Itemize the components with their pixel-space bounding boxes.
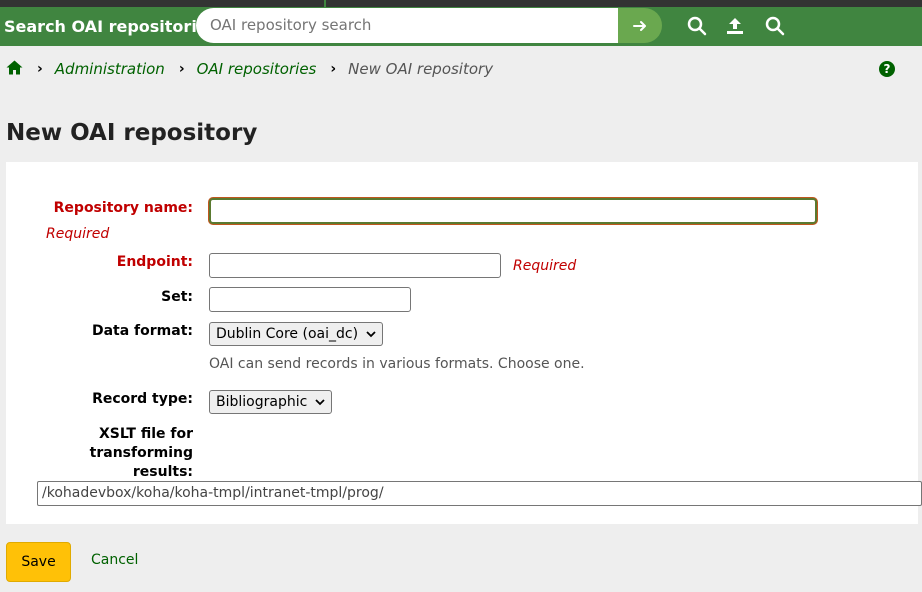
arrow-right-icon xyxy=(633,20,646,31)
xslt-label-line3: results: xyxy=(132,464,193,480)
breadcrumb-administration[interactable]: Administration xyxy=(55,60,165,78)
endpoint-input[interactable] xyxy=(209,253,501,278)
search-submit-button[interactable] xyxy=(618,8,662,43)
breadcrumb-separator: › xyxy=(37,61,43,77)
xslt-file-input[interactable]: /kohadevbox/koha/koha-tmpl/intranet-tmpl… xyxy=(37,481,922,506)
home-icon[interactable] xyxy=(6,60,23,79)
top-strip-accent xyxy=(324,0,326,7)
page-title: New OAI repository xyxy=(6,120,258,146)
endpoint-required: Required xyxy=(513,258,577,274)
xslt-label-line2: transforming xyxy=(89,445,193,461)
record-type-select[interactable]: Bibliographic xyxy=(209,390,333,414)
data-format-selected: Dublin Core (oai_dc) xyxy=(216,326,359,342)
data-format-hint: OAI can send records in various formats.… xyxy=(209,356,585,372)
breadcrumb-oai-repositories[interactable]: OAI repositories xyxy=(197,60,317,78)
repository-name-label: Repository name: xyxy=(53,200,193,216)
data-format-label: Data format: xyxy=(91,323,193,339)
search-icon[interactable] xyxy=(686,15,708,37)
chevron-down-icon xyxy=(366,331,376,338)
set-input[interactable] xyxy=(209,287,411,312)
chevron-down-icon xyxy=(315,399,325,406)
help-icon[interactable]: ? xyxy=(879,61,895,77)
record-type-selected: Bibliographic xyxy=(216,394,308,410)
endpoint-label: Endpoint: xyxy=(116,254,193,270)
repository-name-required: Required xyxy=(46,226,110,242)
header-bar: Search OAI repositories xyxy=(0,7,922,46)
data-format-select[interactable]: Dublin Core (oai_dc) xyxy=(209,322,384,346)
xslt-label-line1: XSLT file for xyxy=(98,426,193,442)
breadcrumb: › Administration › OAI repositories › Ne… xyxy=(6,58,493,80)
breadcrumb-separator: › xyxy=(178,61,185,77)
breadcrumb-separator: › xyxy=(330,61,337,77)
record-type-label: Record type: xyxy=(92,391,193,407)
search-input[interactable] xyxy=(196,8,624,43)
save-button[interactable]: Save xyxy=(6,542,71,582)
breadcrumb-current: New OAI repository xyxy=(348,60,494,78)
xslt-label: XSLT file for transforming results: xyxy=(20,425,193,482)
repository-name-input[interactable] xyxy=(209,198,817,224)
search-label: Search OAI repositories xyxy=(4,17,218,36)
upload-icon[interactable] xyxy=(724,15,746,37)
cancel-link[interactable]: Cancel xyxy=(91,552,138,568)
search-icon[interactable] xyxy=(764,15,786,37)
top-strip xyxy=(0,0,922,7)
set-label: Set: xyxy=(161,289,193,305)
